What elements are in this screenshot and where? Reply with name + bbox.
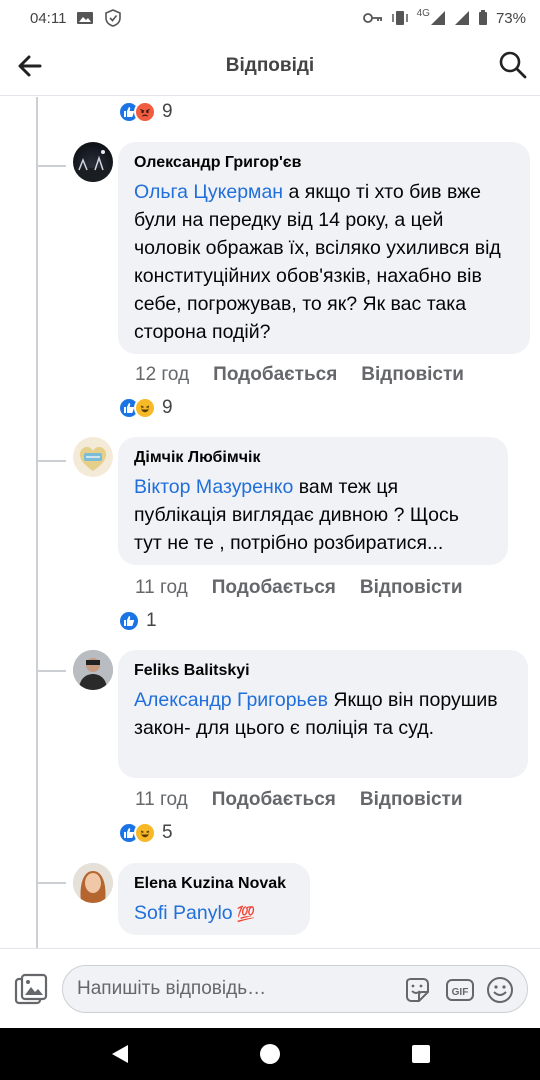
like-button[interactable]: Подобається xyxy=(213,363,337,387)
search-icon[interactable] xyxy=(498,50,528,80)
battery-level: 73% xyxy=(495,9,526,27)
thread-connector xyxy=(36,882,66,884)
battery-icon xyxy=(478,10,487,25)
avatar[interactable] xyxy=(73,863,113,903)
comment-text: Віктор Мазуренко вам теж ця публікація в… xyxy=(134,476,459,554)
nav-recents-icon[interactable] xyxy=(412,1045,430,1063)
reply-composer: Напишіть відповідь… GIF xyxy=(0,948,540,1028)
like-button[interactable]: Подобається xyxy=(212,576,336,600)
signal-icon-2 xyxy=(454,11,469,25)
comment-author[interactable]: Дімчік Любімчік xyxy=(134,447,492,469)
avatar[interactable] xyxy=(73,650,113,690)
mention-link[interactable]: Александр Григорьев xyxy=(134,689,328,711)
comment-text: Sofi Panylo 💯 xyxy=(134,902,256,924)
status-time: 04:11 xyxy=(30,9,67,27)
status-bar: 04:11 4G 73% xyxy=(0,0,540,36)
nav-home-icon[interactable] xyxy=(260,1044,280,1064)
reactions-summary[interactable]: 1 xyxy=(118,609,157,633)
comment-text: Ольга Цукерман а якщо ті хто бив вже бул… xyxy=(134,181,501,343)
reply-input-placeholder: Напишіть відповідь… xyxy=(77,978,267,999)
reactions-count: 9 xyxy=(162,101,173,122)
avatar[interactable] xyxy=(73,142,113,182)
reactions-count: 1 xyxy=(146,610,157,631)
thread-line-outer xyxy=(36,97,38,948)
network-type: 4G xyxy=(416,7,430,19)
reactions-count: 9 xyxy=(162,397,173,418)
sticker-icon[interactable] xyxy=(402,975,432,1005)
svg-text:GIF: GIF xyxy=(452,987,469,998)
like-reaction-icon xyxy=(118,610,140,632)
mention-link[interactable]: Віктор Мазуренко xyxy=(134,476,293,498)
comment-author[interactable]: Elena Kuzina Novak xyxy=(134,873,294,895)
vibrate-icon xyxy=(391,11,408,25)
comment-time[interactable]: 11 год xyxy=(135,576,188,600)
nav-back-icon[interactable] xyxy=(110,1044,130,1064)
emoji-icon[interactable] xyxy=(485,975,515,1005)
haha-reaction-icon xyxy=(134,822,156,844)
reactions-summary[interactable]: 9 xyxy=(118,100,173,124)
signal-icon xyxy=(430,11,445,25)
comment-bubble: Feliks Balitskyi Александр Григорьев Якщ… xyxy=(118,650,528,778)
system-navigation-bar xyxy=(0,1028,540,1080)
comment-text: Александр Григорьев Якщо він порушив зак… xyxy=(134,689,498,739)
thread-connector xyxy=(36,670,66,672)
gallery-icon xyxy=(77,12,94,24)
reply-button[interactable]: Відповісти xyxy=(360,788,463,812)
reply-button[interactable]: Відповісти xyxy=(361,363,464,387)
photo-icon[interactable] xyxy=(14,973,48,1005)
angry-reaction-icon xyxy=(134,101,156,123)
mention-link[interactable]: Ольга Цукерман xyxy=(134,181,283,203)
like-button[interactable]: Подобається xyxy=(212,788,336,812)
comment-time[interactable]: 12 год xyxy=(135,363,189,387)
header: Відповіді xyxy=(0,36,540,96)
reactions-count: 5 xyxy=(162,822,173,843)
reply-input[interactable]: Напишіть відповідь… GIF xyxy=(62,965,528,1013)
avatar[interactable] xyxy=(73,437,113,477)
reactions-summary[interactable]: 5 xyxy=(118,821,173,845)
comment-bubble: Дімчік Любімчік Віктор Мазуренко вам теж… xyxy=(118,437,508,565)
comment-author[interactable]: Олександр Григор'єв xyxy=(134,152,514,174)
comment-author[interactable]: Feliks Balitskyi xyxy=(134,660,512,682)
mention-link[interactable]: Sofi Panylo xyxy=(134,902,233,924)
comment-actions: 11 год Подобається Відповісти xyxy=(135,576,463,600)
comment-actions: 12 год Подобається Відповісти xyxy=(135,363,464,387)
reply-button[interactable]: Відповісти xyxy=(360,576,463,600)
reactions-summary[interactable]: 9 xyxy=(118,396,173,420)
thread-connector xyxy=(36,460,66,462)
thread-connector xyxy=(36,165,66,167)
shield-icon xyxy=(105,9,122,27)
comment-time[interactable]: 11 год xyxy=(135,788,188,812)
key-icon xyxy=(362,13,382,23)
back-arrow-icon[interactable] xyxy=(16,52,44,80)
page-title: Відповіді xyxy=(225,54,315,76)
comment-bubble: Олександр Григор'єв Ольга Цукерман а якщ… xyxy=(118,142,530,354)
haha-reaction-icon xyxy=(134,397,156,419)
comment-bubble: Elena Kuzina Novak Sofi Panylo 💯 xyxy=(118,863,310,935)
gif-icon[interactable]: GIF xyxy=(445,975,475,1005)
comment-actions: 11 год Подобається Відповісти xyxy=(135,788,463,812)
